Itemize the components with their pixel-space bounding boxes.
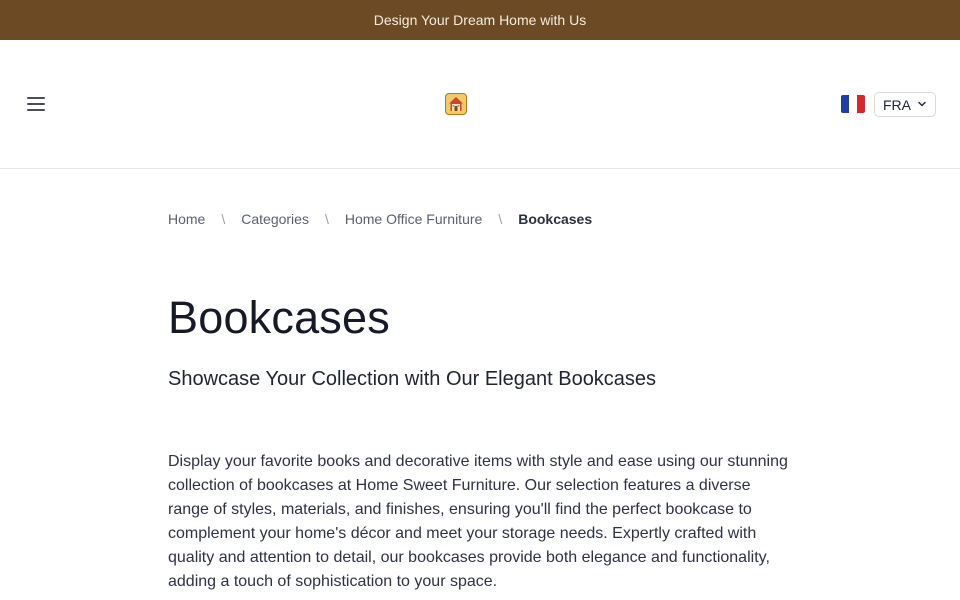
breadcrumb-separator: \ xyxy=(324,211,329,227)
category-description: Display your favorite books and decorati… xyxy=(168,453,788,590)
page-subtitle: Showcase Your Collection with Our Elegan… xyxy=(168,368,657,390)
breadcrumb-current-bookcases: Bookcases xyxy=(518,211,593,227)
page-title: Bookcases xyxy=(168,292,390,343)
site-header: FRA xyxy=(0,40,960,169)
breadcrumb-home[interactable]: Home xyxy=(168,211,205,227)
breadcrumb-separator: \ xyxy=(221,211,226,227)
breadcrumb: Home \ Categories \ Home Office Furnitur… xyxy=(168,210,592,228)
language-select[interactable]: FRA xyxy=(874,92,936,117)
language-selected-value: FRA xyxy=(883,96,911,113)
chevron-down-icon xyxy=(918,101,926,107)
house-logo-icon[interactable] xyxy=(445,93,467,115)
breadcrumb-separator: \ xyxy=(498,211,503,227)
announcement-text: Design Your Dream Home with Us xyxy=(373,12,587,28)
announcement-bar: Design Your Dream Home with Us xyxy=(0,0,960,40)
breadcrumb-categories[interactable]: Categories xyxy=(241,211,309,227)
breadcrumb-home-office-furniture[interactable]: Home Office Furniture xyxy=(345,211,482,227)
hamburger-menu-icon[interactable] xyxy=(24,94,48,114)
france-flag-icon xyxy=(841,95,865,113)
